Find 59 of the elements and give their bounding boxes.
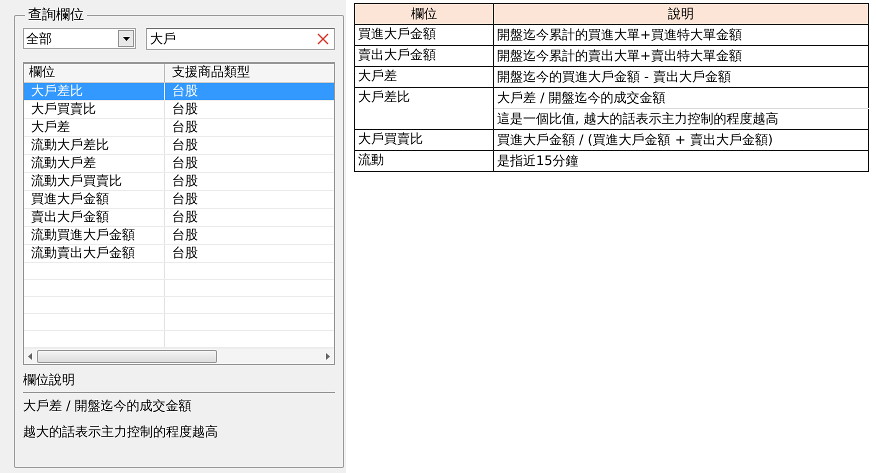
clear-icon[interactable] [317, 33, 329, 45]
table-cell: 大戶差 [354, 66, 494, 88]
category-dropdown[interactable]: 全部 [23, 28, 136, 49]
product-type: 台股 [171, 245, 199, 262]
product-type: 台股 [171, 173, 199, 190]
scroll-left-icon[interactable] [28, 353, 32, 360]
table-cell: 買進大戶金額 [354, 24, 494, 46]
field-name: 流動大戶差 [24, 155, 165, 172]
table-cell: 開盤迄今累計的賣出大單+賣出特大單金額 [494, 46, 868, 66]
list-row[interactable]: 買進大戶金額 台股 [24, 191, 334, 209]
table-cell: 大戶差比 [354, 88, 494, 130]
table-cell: 是指近15分鐘 [494, 150, 868, 172]
list-row[interactable]: 賣出大戶金額 台股 [24, 209, 334, 227]
table-cell: 流動 [354, 150, 494, 172]
field-name: 流動大戶買賣比 [24, 173, 165, 190]
table-cell: 買進大戶金額 / (買進大戶金額 + 賣出大戶金額) [494, 130, 868, 150]
list-row[interactable]: 流動賣出大戶金額 台股 [24, 245, 334, 263]
field-name: 大戶買賣比 [24, 101, 165, 118]
column-header[interactable]: 欄位 [24, 64, 165, 82]
description-text: 大戶差 / 開盤迄今的成交金額 [23, 398, 193, 415]
product-type: 台股 [171, 227, 199, 244]
list-row[interactable]: 流動大戶買賣比 台股 [24, 173, 334, 191]
list-row[interactable]: 流動大戶差 台股 [24, 155, 334, 173]
table-cell: 大戶買賣比 [354, 130, 494, 150]
dropdown-button[interactable] [118, 30, 134, 47]
table-cell: 開盤迄今的買進大戶金額 - 賣出大戶金額 [494, 66, 868, 88]
search-field[interactable]: 大戶 [146, 28, 335, 50]
product-type: 台股 [171, 191, 199, 208]
field-name: 流動賣出大戶金額 [24, 245, 165, 262]
caret-icon [122, 36, 130, 40]
field-name: 大戶差 [24, 119, 165, 136]
table-header: 說明 [494, 4, 868, 24]
horizontal-scrollbar[interactable] [24, 348, 334, 364]
field-name: 流動買進大戶金額 [24, 227, 165, 244]
field-name: 流動大戶差比 [24, 137, 165, 154]
description-title: 欄位說明 [23, 371, 335, 393]
table-cell: 賣出大戶金額 [354, 46, 494, 66]
product-type: 台股 [171, 209, 199, 226]
field-name: 買進大戶金額 [24, 191, 165, 208]
list-row[interactable]: 流動買進大戶金額 台股 [24, 227, 334, 245]
field-name: 賣出大戶金額 [24, 209, 165, 226]
field-name: 大戶差比 [24, 83, 165, 100]
scroll-right-icon[interactable] [326, 353, 330, 360]
list-row[interactable]: 流動大戶差比 台股 [24, 137, 334, 155]
scroll-thumb[interactable] [37, 350, 217, 363]
group-title: 查詢欄位 [27, 6, 85, 24]
product-type: 台股 [171, 101, 199, 118]
list-row[interactable]: 大戶差 台股 [24, 119, 334, 137]
list-row[interactable]: 大戶買賣比 台股 [24, 101, 334, 119]
table-cell: 開盤迄今累計的買進大單+買進特大單金額 [494, 24, 868, 46]
column-header[interactable]: 支援商品類型 [165, 64, 334, 82]
product-type: 台股 [171, 155, 199, 172]
description-text: 越大的話表示主力控制的程度越高 [23, 424, 219, 441]
product-type: 台股 [171, 137, 199, 154]
table-header: 欄位 [354, 4, 494, 24]
product-type: 台股 [171, 83, 199, 100]
table-cell: 大戶差 / 開盤迄今的成交金額 [494, 88, 868, 108]
table-cell: 這是一個比值, 越大的話表示主力控制的程度越高 [494, 108, 868, 130]
product-type: 台股 [171, 119, 199, 136]
